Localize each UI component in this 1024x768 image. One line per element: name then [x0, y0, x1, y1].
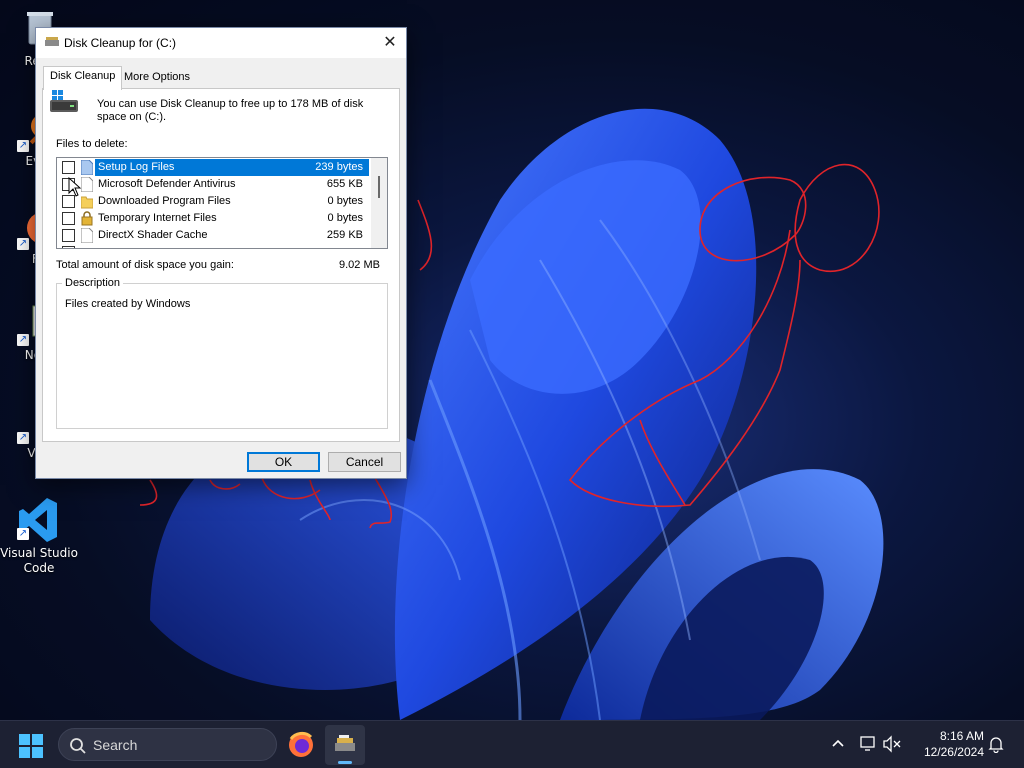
folder-icon	[81, 196, 93, 209]
tab-more-options[interactable]: More Options	[118, 68, 196, 90]
list-item[interactable]: Downloaded Program Files 0 bytes	[57, 193, 371, 210]
clock-time: 8:16 AM	[939, 729, 984, 743]
disk-cleanup-icon	[45, 37, 59, 46]
ok-button[interactable]: OK	[247, 452, 320, 472]
close-button[interactable]: ✕	[374, 28, 406, 56]
shortcut-arrow-icon: ↗	[17, 238, 29, 250]
search-placeholder: Search	[93, 737, 138, 753]
file-icon	[81, 160, 93, 175]
vscode-icon: ↗	[17, 496, 61, 542]
description-text: Files created by Windows	[65, 298, 191, 310]
chevron-up-icon[interactable]	[829, 735, 847, 753]
dialog-title: Disk Cleanup for (C:)	[64, 36, 177, 50]
clock-date: 12/26/2024	[923, 745, 984, 759]
total-space-label: Total amount of disk space you gain:	[56, 259, 234, 271]
file-icon	[81, 177, 93, 192]
drive-icon	[50, 90, 78, 112]
files-to-delete-label: Files to delete:	[56, 138, 128, 150]
windows-start-icon[interactable]	[18, 733, 44, 759]
item-checkbox[interactable]	[62, 229, 75, 242]
item-size: 0 bytes	[327, 212, 363, 224]
item-checkbox[interactable]	[62, 212, 75, 225]
desktop-icon-label-line2: Code	[23, 561, 55, 575]
mouse-pointer-icon	[68, 177, 82, 197]
shortcut-arrow-icon: ↗	[17, 432, 29, 444]
taskbar: Search 8:16 AM 12/26/2024	[0, 720, 1024, 768]
list-item[interactable]: DirectX Shader Cache 259 KB	[57, 227, 371, 244]
files-to-delete-list[interactable]: Setup Log Files 239 bytes Microsoft Defe…	[56, 157, 388, 249]
running-indicator	[338, 761, 352, 764]
item-size: 655 KB	[326, 178, 363, 190]
description-group: Description Files created by Windows	[56, 277, 388, 429]
search-icon	[70, 738, 86, 754]
desktop-icon-label: Visual Studio	[0, 546, 78, 560]
firefox-icon	[289, 731, 313, 757]
list-scrollbar[interactable]	[371, 158, 387, 248]
shortcut-arrow-icon: ↗	[17, 528, 29, 540]
shortcut-arrow-icon: ↗	[17, 334, 29, 346]
total-space-value: 9.02 MB	[339, 259, 380, 271]
list-item-partial	[57, 244, 371, 248]
item-checkbox[interactable]	[62, 246, 75, 248]
item-checkbox[interactable]	[62, 161, 75, 174]
list-item[interactable]: Setup Log Files 239 bytes	[57, 159, 371, 176]
lock-icon	[81, 211, 93, 226]
network-volume-icons[interactable]	[858, 733, 906, 755]
cancel-button[interactable]: Cancel	[328, 452, 401, 472]
notification-bell-icon[interactable]	[987, 735, 1005, 753]
system-clock[interactable]: 8:16 AM 12/26/2024	[912, 728, 984, 760]
item-name: Setup Log Files	[98, 161, 175, 173]
scrollbar-thumb[interactable]	[378, 176, 380, 198]
item-size: 239 bytes	[315, 161, 363, 173]
item-name: Temporary Internet Files	[98, 212, 217, 224]
tab-disk-cleanup[interactable]: Disk Cleanup	[43, 66, 123, 90]
disk-cleanup-dialog: Disk Cleanup for (C:) ✕ Disk Cleanup Mor…	[35, 27, 407, 479]
intro-text: You can use Disk Cleanup to free up to 1…	[97, 98, 364, 123]
list-item[interactable]: Temporary Internet Files 0 bytes	[57, 210, 371, 227]
taskbar-disk-cleanup[interactable]	[325, 725, 365, 765]
taskbar-search[interactable]: Search	[58, 728, 277, 761]
dialog-titlebar[interactable]: Disk Cleanup for (C:) ✕	[36, 28, 406, 58]
shortcut-arrow-icon: ↗	[17, 140, 29, 152]
list-item[interactable]: Microsoft Defender Antivirus 655 KB	[57, 176, 371, 193]
item-name: DirectX Shader Cache	[98, 229, 208, 241]
item-size: 0 bytes	[327, 195, 363, 207]
taskbar-firefox[interactable]	[281, 725, 321, 765]
description-legend: Description	[62, 277, 124, 289]
disk-cleanup-icon	[335, 735, 355, 751]
item-name: Microsoft Defender Antivirus	[98, 178, 236, 190]
desktop-icon-vscode[interactable]: ↗ Visual Studio Code	[0, 496, 78, 576]
item-name: Downloaded Program Files	[98, 195, 231, 207]
item-size: 259 KB	[326, 229, 363, 241]
close-icon: ✕	[383, 32, 397, 51]
file-icon	[81, 228, 93, 243]
